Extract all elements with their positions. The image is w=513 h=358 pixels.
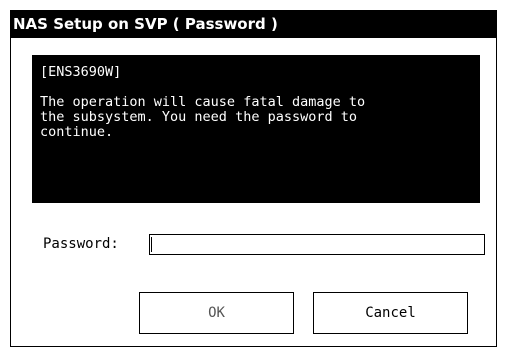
password-dialog: NAS Setup on SVP ( Password ) [ENS3690W]… — [10, 10, 497, 347]
message-code: [ENS3690W] — [40, 64, 122, 80]
ok-button[interactable]: OK — [139, 292, 294, 334]
text-caret — [151, 237, 152, 252]
password-label: Password: — [43, 236, 119, 252]
cancel-button[interactable]: Cancel — [313, 292, 468, 334]
message-text: The operation will cause fatal damage to… — [40, 94, 366, 140]
dialog-title: NAS Setup on SVP ( Password ) — [11, 11, 496, 38]
password-input[interactable] — [149, 234, 485, 255]
warning-message-panel: [ENS3690W] The operation will cause fata… — [32, 55, 480, 203]
